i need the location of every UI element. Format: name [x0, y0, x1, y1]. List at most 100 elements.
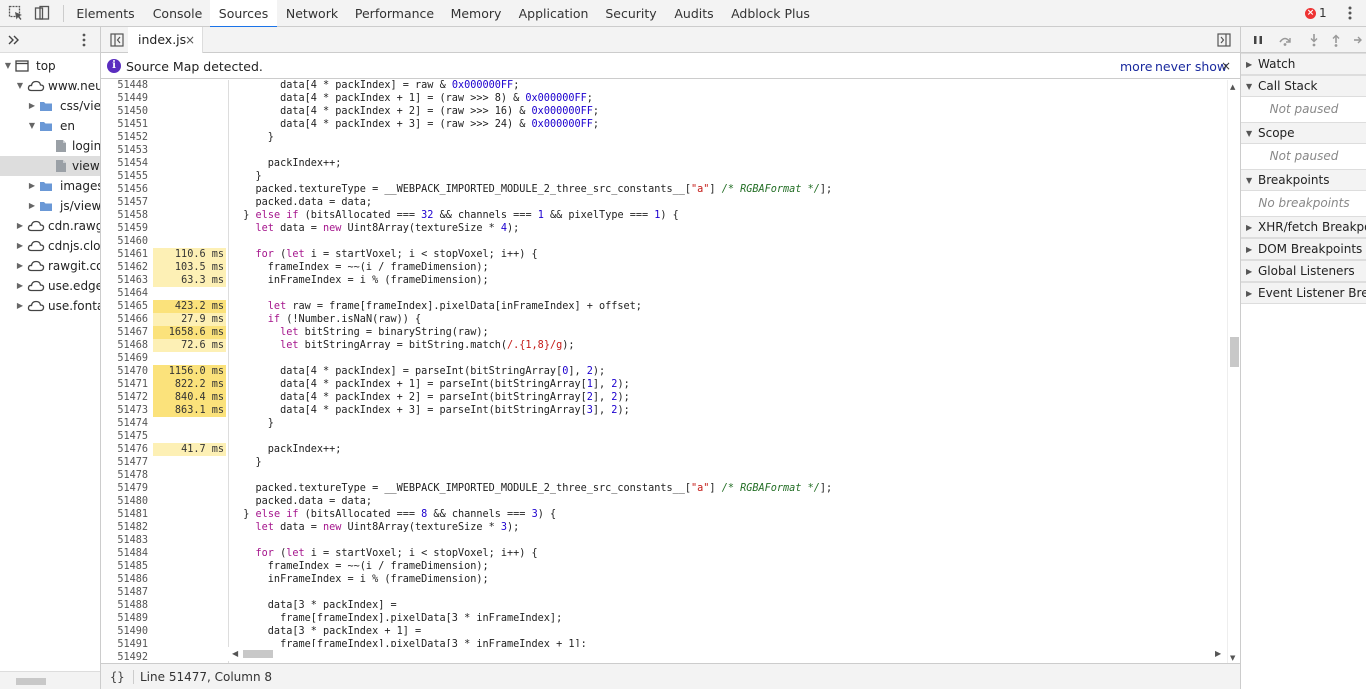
section-xhr-fetch-breakpoints[interactable]: ▶ XHR/fetch Breakpoints: [1241, 216, 1366, 238]
code-line[interactable]: 51475: [101, 430, 1227, 443]
line-number[interactable]: 51464: [101, 287, 148, 300]
line-number[interactable]: 51454: [101, 157, 148, 170]
line-number[interactable]: 51484: [101, 547, 148, 560]
line-number[interactable]: 51478: [101, 469, 148, 482]
tree-item-use-fonta[interactable]: ▶ use.fonta: [0, 296, 100, 316]
tab-sources[interactable]: Sources: [210, 0, 277, 28]
line-number[interactable]: 51483: [101, 534, 148, 547]
line-number[interactable]: 51487: [101, 586, 148, 599]
code-line[interactable]: 51482 let data = new Uint8Array(textureS…: [101, 521, 1227, 534]
code-line[interactable]: 51477 }: [101, 456, 1227, 469]
navigator-menu-icon[interactable]: [80, 32, 88, 48]
tree-item-css-view[interactable]: ▶ css/view: [0, 96, 100, 116]
scroll-left-arrow-icon[interactable]: ◀: [232, 649, 238, 658]
code-line[interactable]: 51453: [101, 144, 1227, 157]
line-number[interactable]: 51477: [101, 456, 148, 469]
code-line[interactable]: 51490 data[3 * packIndex + 1] =: [101, 625, 1227, 638]
line-number[interactable]: 51458: [101, 209, 148, 222]
code-line[interactable]: 51470 1156.0 ms data[4 * packIndex] = par…: [101, 365, 1227, 378]
tree-item-images[interactable]: ▶ images: [0, 176, 100, 196]
tab-elements[interactable]: Elements: [66, 0, 145, 27]
line-number[interactable]: 51452: [101, 131, 148, 144]
tree-item-viewer[interactable]: viewer: [0, 156, 100, 176]
line-number[interactable]: 51455: [101, 170, 148, 183]
collapsed-triangle-icon[interactable]: ▶: [15, 256, 25, 276]
code-line[interactable]: 51479 packed.textureType = __WEBPACK_IMP…: [101, 482, 1227, 495]
line-number[interactable]: 51460: [101, 235, 148, 248]
line-number[interactable]: 51480: [101, 495, 148, 508]
line-number[interactable]: 51457: [101, 196, 148, 209]
tab-audits[interactable]: Audits: [665, 0, 723, 27]
collapsed-triangle-icon[interactable]: ▶: [1246, 217, 1252, 238]
line-number[interactable]: 51485: [101, 560, 148, 573]
code-line[interactable]: 51463 63.3 ms inFrameIndex = i % (frameDi…: [101, 274, 1227, 287]
expanded-triangle-icon[interactable]: ▼: [1246, 170, 1252, 191]
section-call-stack[interactable]: ▼ Call Stack: [1241, 75, 1366, 97]
line-number[interactable]: 51476: [101, 443, 148, 456]
code-line[interactable]: 51461 110.6 ms for (let i = startVoxel; i…: [101, 248, 1227, 261]
tab-memory[interactable]: Memory: [442, 0, 510, 27]
code-line[interactable]: 51486 inFrameIndex = i % (frameDimension…: [101, 573, 1227, 586]
tab-performance[interactable]: Performance: [347, 0, 442, 27]
device-toolbar-icon[interactable]: [34, 5, 50, 21]
kebab-menu-icon[interactable]: [1344, 4, 1356, 22]
tab-console[interactable]: Console: [145, 0, 210, 27]
navigator-horizontal-scrollbar[interactable]: [0, 671, 100, 689]
toggle-navigator-icon[interactable]: [110, 33, 124, 47]
scroll-up-arrow-icon[interactable]: ▲: [1230, 83, 1235, 91]
collapsed-triangle-icon[interactable]: ▶: [27, 196, 37, 216]
tree-item-rawgit-co[interactable]: ▶ rawgit.co: [0, 256, 100, 276]
line-number[interactable]: 51488: [101, 599, 148, 612]
line-number[interactable]: 51450: [101, 105, 148, 118]
code-line[interactable]: 51471 822.2 ms data[4 * packIndex + 1] = …: [101, 378, 1227, 391]
section-dom-breakpoints[interactable]: ▶ DOM Breakpoints: [1241, 238, 1366, 260]
code-view[interactable]: 51448 data[4 * packIndex] = raw & 0x0000…: [101, 80, 1227, 663]
code-line[interactable]: 51488 data[3 * packIndex] =: [101, 599, 1227, 612]
collapsed-triangle-icon[interactable]: ▶: [1246, 54, 1252, 75]
line-number[interactable]: 51453: [101, 144, 148, 157]
collapsed-triangle-icon[interactable]: ▶: [15, 236, 25, 256]
code-line[interactable]: 51462 103.5 ms frameIndex = ~~(i / frameD…: [101, 261, 1227, 274]
expanded-triangle-icon[interactable]: ▼: [15, 76, 25, 96]
tree-item-js-viewe[interactable]: ▶ js/viewe: [0, 196, 100, 216]
scroll-right-arrow-icon[interactable]: ▶: [1215, 649, 1221, 658]
line-number[interactable]: 51492: [101, 651, 148, 663]
tree-item-use-edgef[interactable]: ▶ use.edgef: [0, 276, 100, 296]
section-scope[interactable]: ▼ Scope: [1241, 122, 1366, 144]
code-line[interactable]: 51449 data[4 * packIndex + 1] = (raw >>>…: [101, 92, 1227, 105]
section-watch[interactable]: ▶ Watch: [1241, 53, 1366, 75]
collapsed-triangle-icon[interactable]: ▶: [15, 296, 25, 316]
step-out-icon[interactable]: [1329, 33, 1343, 47]
editor-vertical-scrollbar[interactable]: ▲ ▼: [1227, 80, 1240, 663]
step-into-icon[interactable]: [1307, 33, 1321, 47]
line-number[interactable]: 51490: [101, 625, 148, 638]
code-line[interactable]: 51452 }: [101, 131, 1227, 144]
line-number[interactable]: 51463: [101, 274, 148, 287]
section-event-listener-breakpoints[interactable]: ▶ Event Listener Breakpoints: [1241, 282, 1366, 304]
code-line[interactable]: 51456 packed.textureType = __WEBPACK_IMP…: [101, 183, 1227, 196]
collapsed-triangle-icon[interactable]: ▶: [1246, 239, 1252, 260]
inspect-element-icon[interactable]: [8, 5, 24, 21]
line-number[interactable]: 51449: [101, 92, 148, 105]
tab-adblock-plus[interactable]: Adblock Plus: [723, 0, 818, 27]
editor-horizontal-scrollbar[interactable]: ◀ ▶: [228, 647, 1227, 661]
tree-item-cdnjs-clou[interactable]: ▶ cdnjs.clou: [0, 236, 100, 256]
scrollbar-thumb[interactable]: [1230, 337, 1239, 367]
line-number[interactable]: 51461: [101, 248, 148, 261]
code-line[interactable]: 51485 frameIndex = ~~(i / frameDimension…: [101, 560, 1227, 573]
expanded-triangle-icon[interactable]: ▼: [1246, 76, 1252, 97]
infobar-never-show-link[interactable]: never show: [1155, 54, 1227, 79]
collapsed-triangle-icon[interactable]: ▶: [1246, 261, 1252, 282]
scrollbar-thumb[interactable]: [243, 650, 273, 658]
code-line[interactable]: 51457 packed.data = data;: [101, 196, 1227, 209]
line-number[interactable]: 51481: [101, 508, 148, 521]
code-line[interactable]: 51455 }: [101, 170, 1227, 183]
line-number[interactable]: 51489: [101, 612, 148, 625]
code-line[interactable]: 51474 }: [101, 417, 1227, 430]
line-number[interactable]: 51462: [101, 261, 148, 274]
line-number[interactable]: 51451: [101, 118, 148, 131]
pause-icon[interactable]: [1251, 33, 1265, 47]
tab-application[interactable]: Application: [510, 0, 597, 27]
code-line[interactable]: 51467 1658.6 ms let bitString = binaryStr…: [101, 326, 1227, 339]
line-number[interactable]: 51473: [101, 404, 148, 417]
